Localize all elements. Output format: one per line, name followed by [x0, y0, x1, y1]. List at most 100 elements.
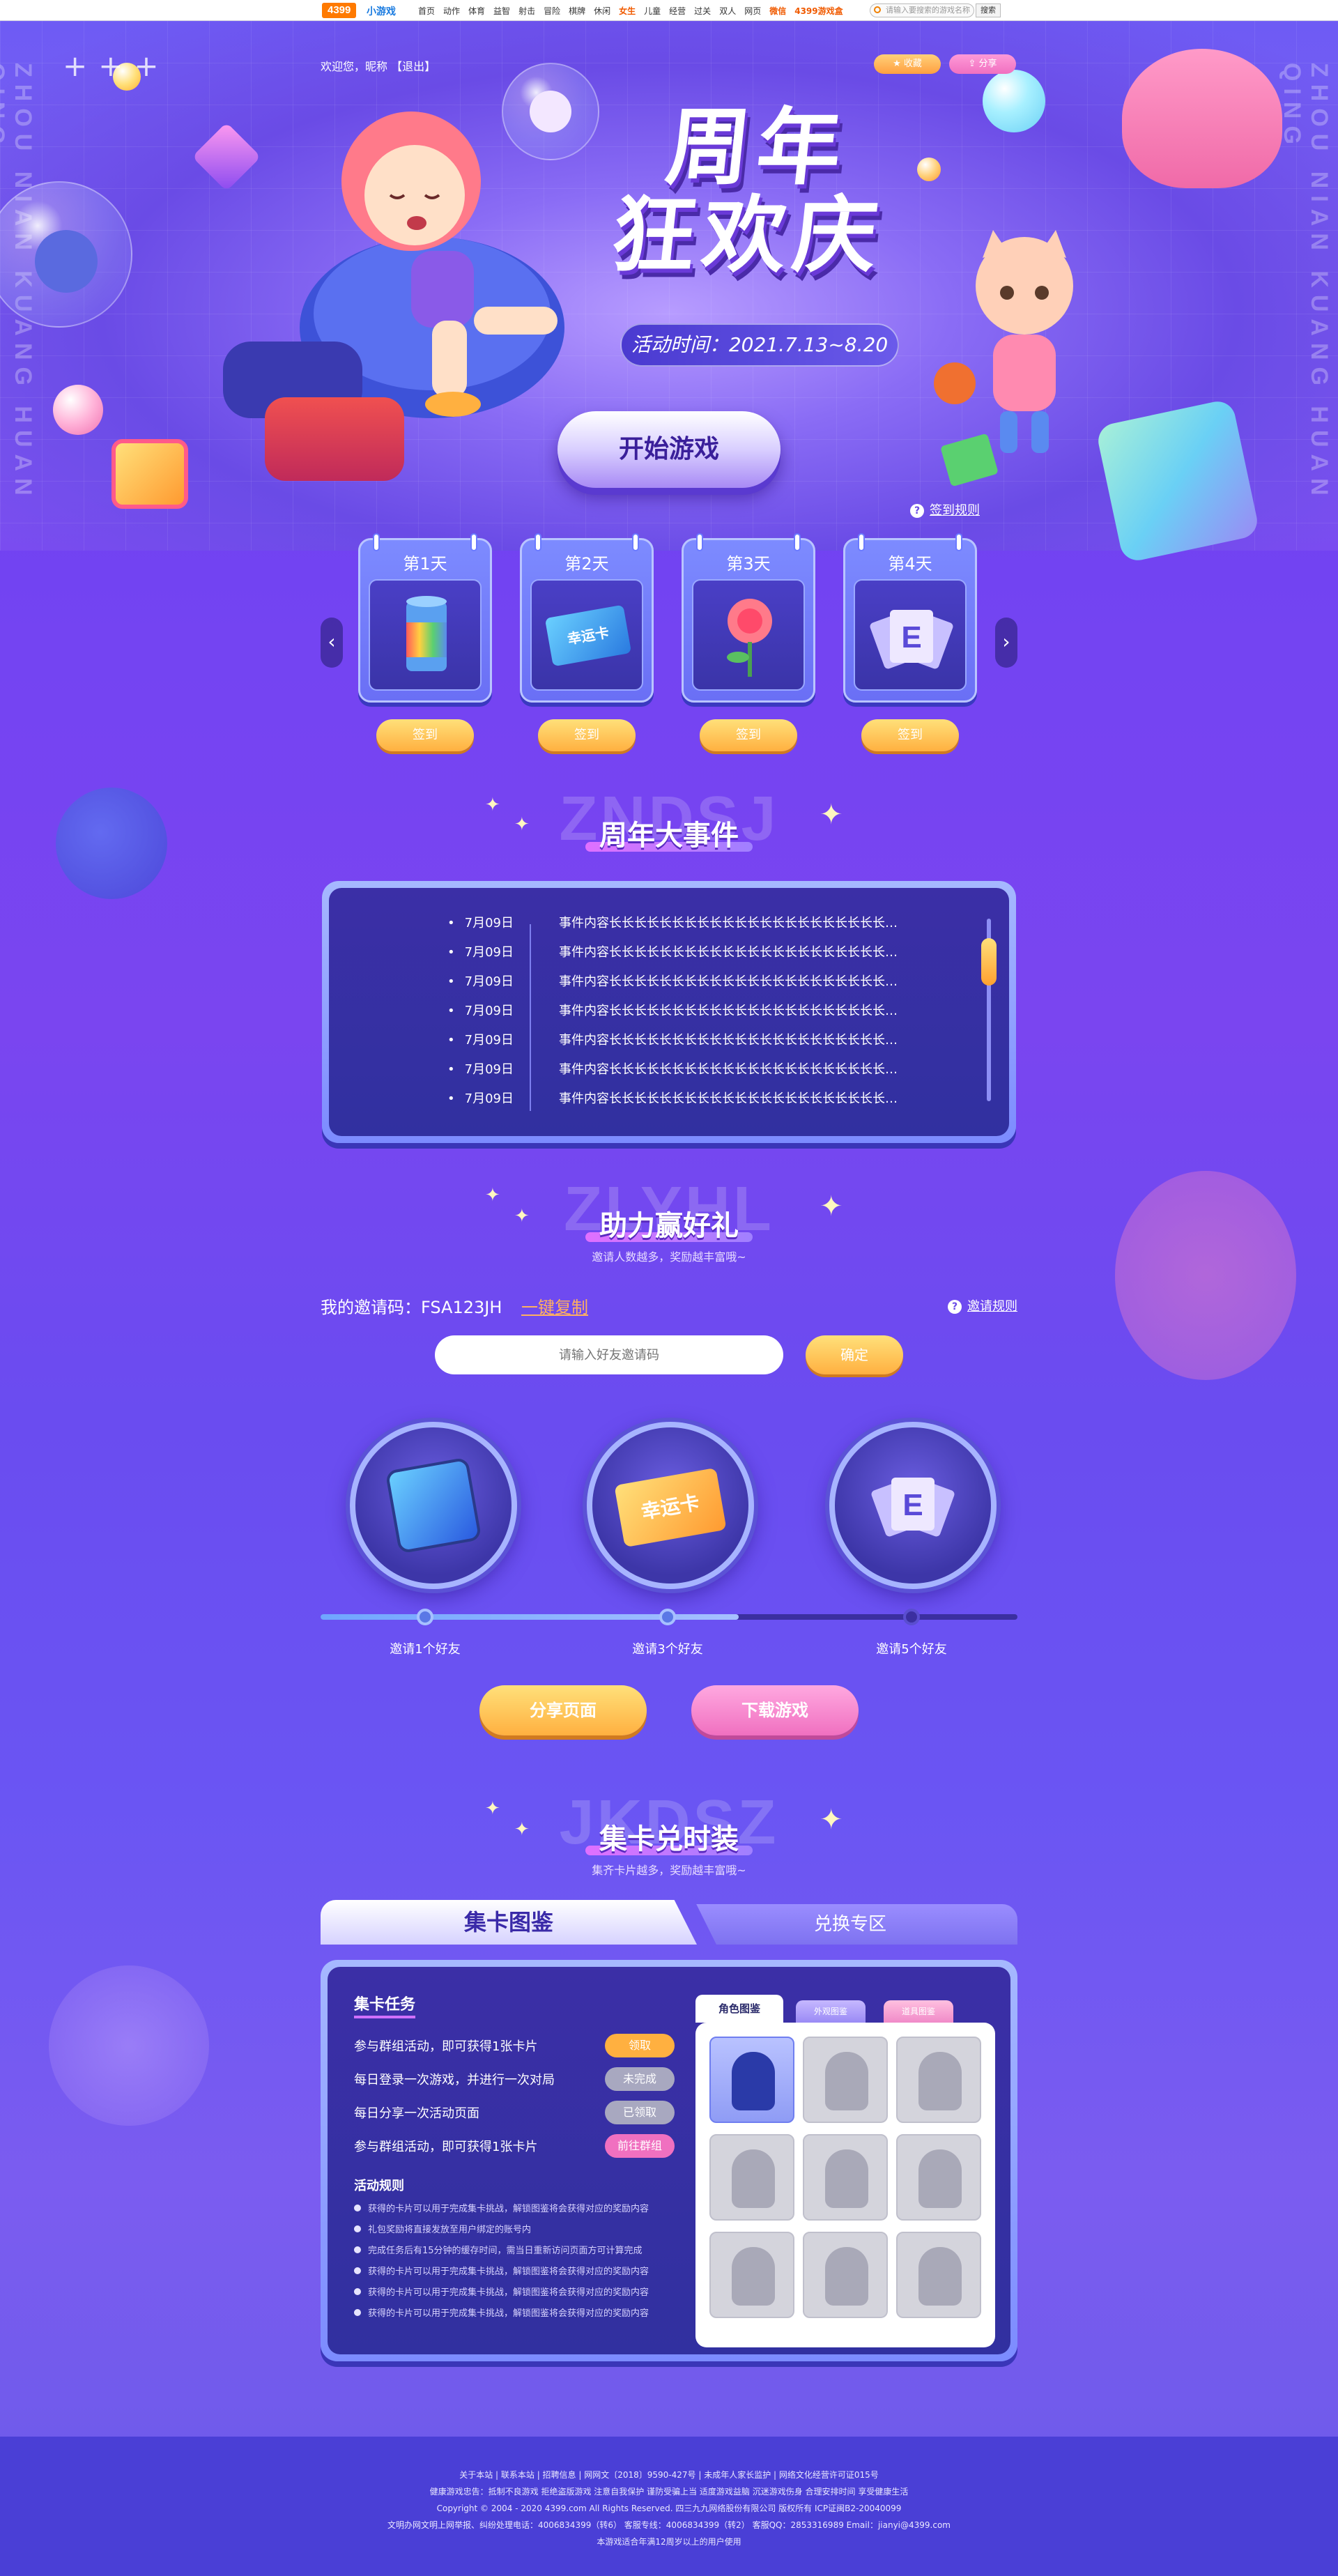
invite-code-text: 我的邀请码：FSA123JH — [321, 1298, 502, 1317]
nav-item[interactable]: 双人 — [719, 5, 736, 17]
site-logo-sub[interactable]: 小游戏 — [367, 4, 396, 18]
progress-dot — [659, 1609, 676, 1625]
search-button[interactable]: 搜索 — [976, 3, 1001, 17]
welcome-text[interactable]: 欢迎您，昵称 【退出】 — [321, 57, 436, 74]
share-top-button[interactable]: ⇪ 分享 — [949, 54, 1016, 74]
site-logo[interactable]: 4399 — [322, 3, 357, 18]
side-text-right: ZHOU NIAN KUANG HUAN QING — [1279, 63, 1332, 503]
download-game-button[interactable]: 下载游戏 — [691, 1685, 859, 1735]
svg-text:E: E — [902, 1488, 923, 1522]
reward-slot — [692, 579, 805, 691]
prev-arrow-button[interactable]: ‹ — [321, 618, 343, 668]
share-label: 分享 — [978, 59, 997, 69]
invite-rule-label: 邀请规则 — [967, 1299, 1017, 1314]
card-pin-icon — [470, 533, 477, 551]
site-search-input[interactable]: 请输入要搜索的游戏名称 — [870, 3, 974, 17]
question-icon: ? — [910, 504, 924, 518]
signin-button[interactable]: 签到 — [700, 719, 797, 751]
task-claim-button[interactable]: 领取 — [605, 2034, 675, 2057]
task-row: 参与群组活动，即可获得1张卡片 前往群组 — [354, 2131, 675, 2159]
star-icon: ★ — [893, 59, 904, 69]
album-tab-characters[interactable]: 角色图鉴 — [695, 1995, 783, 2023]
nav-item[interactable]: 动作 — [443, 5, 460, 17]
section-title-text: 助力赢好礼 — [585, 1203, 753, 1243]
blue-card-box-icon — [385, 1457, 482, 1554]
card-slot-collected[interactable] — [709, 2037, 794, 2123]
task-text: 每日分享一次活动页面 — [354, 2106, 479, 2121]
task-status-button[interactable]: 未完成 — [605, 2067, 675, 2091]
task-goto-group-button[interactable]: 前往群组 — [605, 2134, 675, 2158]
friend-code-input[interactable] — [435, 1335, 783, 1374]
rule-item: 礼包奖励将直接发放至用户绑定的账号内 — [354, 2222, 531, 2235]
events-list[interactable]: 7月09日事件内容长长长长长长长长长长长长长长长长长长长长长长长长长长长长长长 … — [329, 888, 1009, 1136]
nav-item[interactable]: 过关 — [694, 5, 711, 17]
album-tab-items[interactable]: 道具图鉴 — [884, 2000, 953, 2023]
nav-item[interactable]: 女生 — [619, 5, 636, 17]
event-text: 事件内容长长长长长长长长长长长长长长长长长长长长长长长长长长长长长长 — [559, 1004, 907, 1018]
nav-item[interactable]: 首页 — [418, 5, 435, 17]
event-date: 7月09日 — [447, 1001, 514, 1019]
card-slot-locked[interactable] — [896, 2134, 981, 2221]
task-status-button[interactable]: 已领取 — [605, 2101, 675, 2124]
card-slot-locked[interactable] — [896, 2037, 981, 2123]
next-arrow-button[interactable]: › — [995, 618, 1017, 668]
signin-button[interactable]: 签到 — [376, 719, 474, 751]
confirm-button[interactable]: 确定 — [806, 1335, 903, 1374]
svg-text:E: E — [901, 620, 921, 654]
event-date: 7月09日 — [447, 972, 514, 990]
task-text: 参与群组活动，即可获得1张卡片 — [354, 2039, 538, 2054]
footer-age-notice: 本游戏适合年满12周岁以上的用户使用 — [597, 2537, 741, 2547]
copy-code-link[interactable]: 一键复制 — [521, 1294, 588, 1318]
nav-item[interactable]: 休闲 — [594, 5, 610, 17]
card-pin-icon — [632, 533, 639, 551]
character-silhouette-icon — [732, 2149, 775, 2208]
start-game-button[interactable]: 开始游戏 — [558, 411, 780, 488]
card-slot-locked[interactable] — [803, 2037, 888, 2123]
card-slot-locked[interactable] — [709, 2232, 794, 2318]
share-page-button[interactable]: 分享页面 — [479, 1685, 647, 1735]
character-silhouette-icon — [918, 2052, 962, 2110]
album-tab-outfits[interactable]: 外观图鉴 — [796, 2000, 866, 2023]
nav-item[interactable]: 网页 — [744, 5, 761, 17]
hero-banner: ZHOU NIAN KUANG HUAN QING ZHOU NIAN KUAN… — [0, 21, 1338, 564]
nav-item[interactable]: 微信 — [769, 5, 786, 17]
rule-item: 获得的卡片可以用于完成集卡挑战，解锁图鉴将会获得对应的奖励内容 — [354, 2306, 649, 2319]
card-slot-locked[interactable] — [803, 2134, 888, 2221]
nav-item[interactable]: 经营 — [669, 5, 686, 17]
nav-item[interactable]: 益智 — [493, 5, 510, 17]
signin-button[interactable]: 签到 — [538, 719, 636, 751]
nav-item[interactable]: 4399游戏盒 — [794, 5, 843, 17]
nav-item[interactable]: 冒险 — [544, 5, 560, 17]
hero-title-line2: 狂欢庆 — [607, 187, 889, 284]
footer-links[interactable]: 关于本站 | 联系本站 | 招聘信息 | 网网文〔2018〕9590-427号 … — [0, 2469, 1338, 2481]
signin-day-card: 第3天 — [682, 533, 815, 703]
card-slot-locked[interactable] — [709, 2134, 794, 2221]
invite-rule-link[interactable]: ? 邀请规则 — [948, 1296, 1017, 1314]
signin-rule-link[interactable]: ? 签到规则 — [910, 500, 980, 519]
e-cards-icon: E — [871, 1478, 955, 1537]
share-icon: ⇪ — [968, 59, 979, 69]
nav-item[interactable]: 射击 — [518, 5, 535, 17]
tab-card-album[interactable]: 集卡图鉴 — [321, 1900, 697, 1945]
tab-exchange[interactable]: 兑换专区 — [696, 1904, 1017, 1945]
signin-day-card: 第4天 E — [843, 533, 977, 703]
event-text: 事件内容长长长长长长长长长长长长长长长长长长长长长长长长长长长长长长 — [559, 974, 907, 989]
nav-item[interactable]: 体育 — [468, 5, 485, 17]
event-text: 事件内容长长长长长长长长长长长长长长长长长长长长长长长长长长长长长长 — [559, 1062, 907, 1077]
card-slot-locked[interactable] — [896, 2232, 981, 2318]
invite-progress-fill — [321, 1614, 739, 1620]
nav-item[interactable]: 棋牌 — [569, 5, 585, 17]
card-pin-icon — [535, 533, 541, 551]
invite-step-label: 邀请3个好友 — [632, 1642, 703, 1657]
events-scroll-thumb[interactable] — [981, 938, 997, 986]
favorite-button[interactable]: ★ 收藏 — [874, 54, 941, 74]
nav-item[interactable]: 儿童 — [644, 5, 661, 17]
dino-toy-icon — [35, 230, 98, 293]
card-slot-locked[interactable] — [803, 2232, 888, 2318]
event-text: 事件内容长长长长长长长长长长长长长长长长长长长长长长长长长长长长长长 — [559, 1091, 907, 1106]
e-cards-icon: E — [870, 610, 953, 669]
event-row: 7月09日 事件内容长长长长长长长长长长长长长长长长长长长长长长长长长长长长长长 — [329, 1059, 1009, 1089]
chevron-right-icon: › — [1002, 630, 1010, 653]
signin-button[interactable]: 签到 — [861, 719, 959, 751]
event-date: 活动时间：2021.7.13~8.20 — [620, 323, 899, 367]
